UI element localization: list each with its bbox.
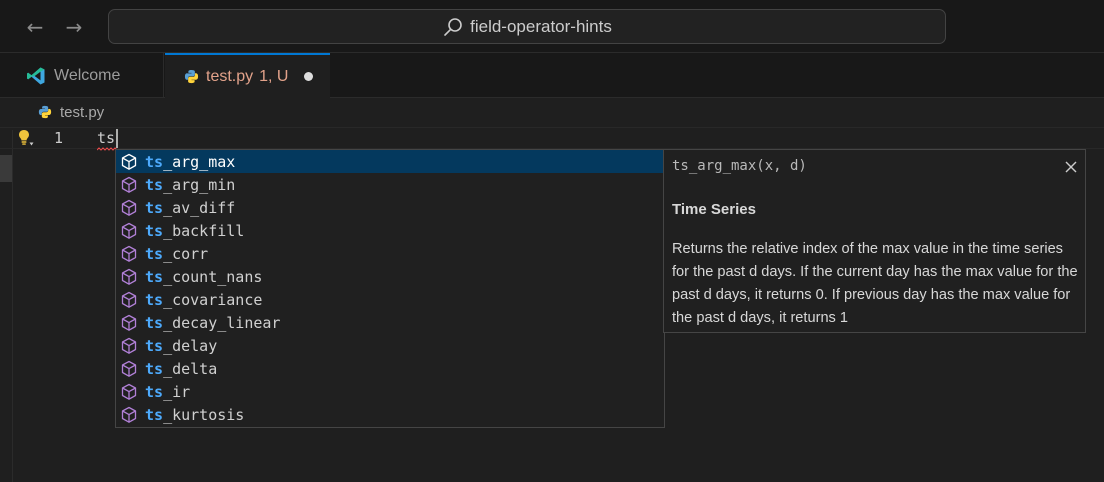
tab-test-label: test.py bbox=[206, 67, 254, 85]
python-icon bbox=[38, 105, 52, 119]
code-line[interactable]: ts bbox=[97, 128, 115, 148]
suggestion-label: _delay bbox=[163, 336, 218, 355]
details-description: Returns the relative index of the max va… bbox=[672, 241, 1078, 326]
python-icon bbox=[184, 69, 199, 84]
suggestion-label: _kurtosis bbox=[163, 405, 245, 424]
symbol-method-icon bbox=[121, 153, 137, 170]
suggestion-item[interactable]: ts _delta bbox=[116, 357, 664, 380]
search-icon bbox=[444, 17, 462, 36]
suggestion-label: _corr bbox=[163, 244, 209, 263]
title-bar: ← → field-operator-hints bbox=[0, 0, 1104, 53]
suggestion-match: ts bbox=[145, 336, 164, 355]
forward-arrow-icon[interactable]: → bbox=[61, 14, 87, 40]
suggestion-match: ts bbox=[145, 382, 164, 401]
symbol-method-icon bbox=[121, 291, 137, 308]
tab-welcome[interactable]: Welcome bbox=[14, 53, 164, 98]
command-center-text: field-operator-hints bbox=[470, 16, 612, 36]
symbol-method-icon bbox=[121, 176, 137, 193]
editor-left-border bbox=[12, 130, 13, 482]
suggestion-label: _delta bbox=[163, 359, 218, 378]
symbol-method-icon bbox=[121, 383, 137, 400]
vscode-icon bbox=[27, 67, 45, 84]
symbol-method-icon bbox=[121, 268, 137, 285]
command-center-search[interactable]: field-operator-hints bbox=[108, 9, 946, 44]
symbol-method-icon bbox=[121, 222, 137, 239]
suggestion-label: _backfill bbox=[163, 221, 245, 240]
suggestion-item[interactable]: ts _delay bbox=[116, 334, 664, 357]
symbol-method-icon bbox=[121, 314, 137, 331]
suggestion-match: ts bbox=[145, 359, 164, 378]
suggestion-label: _count_nans bbox=[163, 267, 263, 286]
suggestion-item[interactable]: ts _ir bbox=[116, 380, 664, 403]
error-squiggle bbox=[97, 147, 117, 151]
close-icon[interactable] bbox=[1062, 158, 1080, 176]
suggestion-label: _decay_linear bbox=[163, 313, 281, 332]
symbol-method-icon bbox=[121, 406, 137, 423]
suggestion-match: ts bbox=[145, 244, 164, 263]
symbol-method-icon bbox=[121, 199, 137, 216]
symbol-method-icon bbox=[121, 245, 137, 262]
suggestion-item[interactable]: ts _arg_min bbox=[116, 173, 664, 196]
suggestion-list[interactable]: ts _arg_max ts _arg_min ts _av_diff ts _backfil… bbox=[115, 149, 665, 428]
suggestion-label: _arg_max bbox=[163, 152, 236, 171]
tab-welcome-label: Welcome bbox=[54, 66, 121, 84]
tab-test-py[interactable]: test.py 1, U bbox=[165, 53, 330, 98]
suggestion-item[interactable]: ts _av_diff bbox=[116, 196, 664, 219]
symbol-method-icon bbox=[121, 360, 137, 377]
suggestion-item[interactable]: ts _count_nans bbox=[116, 265, 664, 288]
suggestion-match: ts bbox=[145, 152, 164, 171]
problem-count-badge: 1, U bbox=[259, 67, 289, 85]
lightbulb-icon[interactable] bbox=[16, 128, 36, 148]
back-arrow-icon[interactable]: ← bbox=[22, 14, 48, 40]
suggestion-match: ts bbox=[145, 221, 164, 240]
current-line-highlight bbox=[0, 127, 1104, 149]
suggestion-item[interactable]: ts _covariance bbox=[116, 288, 664, 311]
suggestion-label: _covariance bbox=[163, 290, 263, 309]
symbol-method-icon bbox=[121, 337, 137, 354]
scroll-indicator bbox=[0, 155, 12, 182]
suggestion-label: _arg_min bbox=[163, 175, 236, 194]
text-cursor bbox=[116, 129, 118, 148]
tab-bar: Welcome test.py 1, U bbox=[0, 53, 1104, 98]
suggestion-item[interactable]: ts _arg_max bbox=[116, 150, 664, 173]
suggestion-label: _av_diff bbox=[163, 198, 236, 217]
suggestion-details: ts_arg_max(x, d) Time Series Returns the… bbox=[663, 149, 1086, 333]
suggestion-item[interactable]: ts _backfill bbox=[116, 219, 664, 242]
unsaved-dot-icon[interactable] bbox=[304, 72, 314, 81]
suggestion-label: _ir bbox=[163, 382, 191, 401]
breadcrumb[interactable]: test.py bbox=[38, 101, 104, 123]
suggestion-item[interactable]: ts _kurtosis bbox=[116, 403, 664, 426]
function-signature: ts_arg_max(x, d) bbox=[672, 158, 807, 174]
suggestion-item[interactable]: ts _corr bbox=[116, 242, 664, 265]
suggestion-match: ts bbox=[145, 267, 164, 286]
suggestion-match: ts bbox=[145, 405, 164, 424]
details-title: Time Series bbox=[672, 201, 756, 218]
suggestion-item[interactable]: ts _decay_linear bbox=[116, 311, 664, 334]
breadcrumb-file: test.py bbox=[60, 103, 105, 121]
suggestion-match: ts bbox=[145, 313, 164, 332]
suggestion-match: ts bbox=[145, 175, 164, 194]
line-number: 1 bbox=[54, 129, 64, 147]
suggestion-match: ts bbox=[145, 198, 164, 217]
suggestion-match: ts bbox=[145, 290, 164, 309]
